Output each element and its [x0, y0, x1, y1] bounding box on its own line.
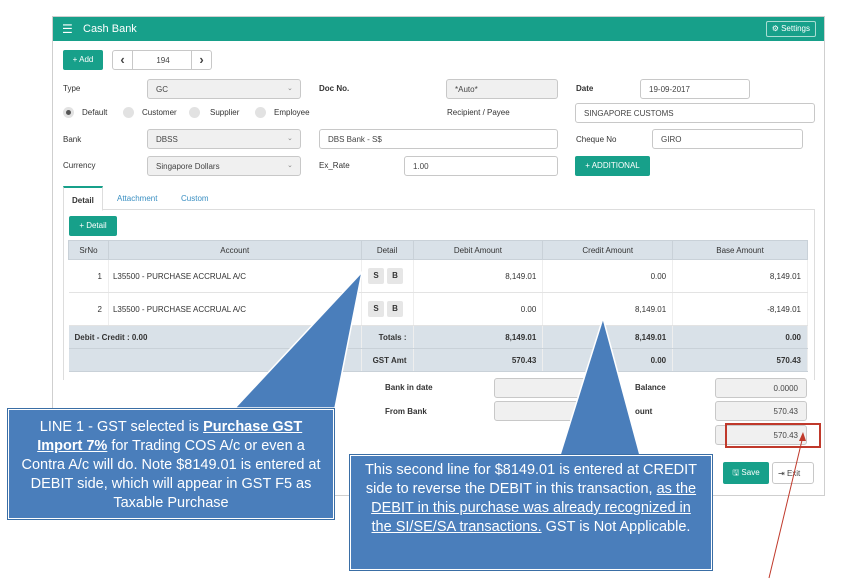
- left-callout-text-1: LINE 1 - GST selected is: [39, 419, 204, 435]
- annotation-arrow: [768, 435, 804, 579]
- right-callout-text-2: GST is Not Applicable.: [541, 519, 691, 535]
- left-callout: LINE 1 - GST selected is Purchase GST Im…: [7, 408, 335, 520]
- right-callout-text-1: This second line for $8149.01 is entered…: [364, 462, 698, 497]
- right-callout-pointer: [558, 315, 641, 456]
- annotation-arrow-head: [799, 432, 806, 441]
- left-callout-pointer: [233, 269, 364, 409]
- right-callout: This second line for $8149.01 is entered…: [349, 454, 713, 571]
